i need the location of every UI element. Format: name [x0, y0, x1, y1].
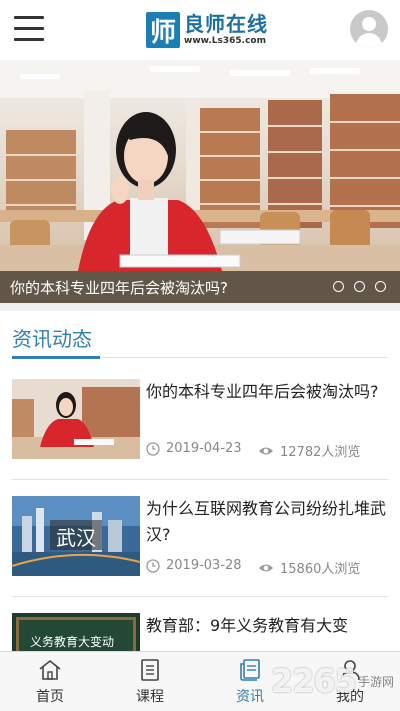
carousel-dot[interactable]: [375, 281, 386, 292]
tab-course[interactable]: 课程: [100, 652, 200, 711]
divider: [12, 596, 388, 597]
news-date: 2019-03-28: [166, 558, 242, 573]
news-item[interactable]: 武汉 为什么互联网教育公司纷纷扎堆武汉? 2019-03-28 15860人浏览: [0, 496, 400, 616]
news-date: 2019-04-23: [166, 441, 242, 456]
tab-news[interactable]: 资讯: [200, 652, 300, 711]
news-item[interactable]: 义务教育大变动 教育部：9年义务教育有大变: [0, 613, 400, 651]
eye-icon: [259, 564, 273, 571]
news-views: 12782人浏览: [280, 445, 361, 460]
clock-icon: [146, 558, 160, 573]
tab-profile[interactable]: 我的: [300, 652, 400, 711]
profile-icon: [340, 660, 360, 681]
app-header: 师 良师在线 www.Ls365.com: [0, 0, 400, 60]
news-thumbnail: 武汉: [12, 496, 140, 576]
eye-icon: [259, 447, 273, 454]
section-title-underline: [12, 356, 100, 359]
tab-label: 我的: [336, 689, 364, 705]
news-icon: [240, 659, 260, 681]
tab-home[interactable]: 首页: [0, 652, 100, 711]
tab-label: 课程: [136, 689, 164, 705]
news-title[interactable]: 教育部：9年义务教育有大变: [146, 613, 386, 639]
banner-caption-bar: 你的本科专业四年后会被淘汰吗?: [0, 271, 400, 303]
news-title[interactable]: 为什么互联网教育公司纷纷扎堆武汉?: [146, 496, 386, 548]
menu-icon[interactable]: [14, 16, 44, 42]
user-avatar-icon[interactable]: [350, 10, 388, 48]
logo-url: www.Ls365.com: [184, 36, 266, 46]
course-icon: [141, 659, 159, 681]
logo[interactable]: 师 良师在线 www.Ls365.com: [146, 10, 268, 50]
news-views: 15860人浏览: [280, 562, 361, 577]
tab-label: 资讯: [236, 689, 264, 705]
news-item[interactable]: 你的本科专业四年后会被淘汰吗? 2019-04-23 12782人浏览: [0, 379, 400, 499]
banner-carousel[interactable]: 你的本科专业四年后会被淘汰吗?: [0, 60, 400, 303]
thumbnail-caption: 武汉: [56, 526, 96, 550]
news-thumbnail: [12, 379, 140, 459]
home-icon: [39, 659, 61, 680]
carousel-dot[interactable]: [333, 281, 344, 292]
clock-icon: [146, 441, 160, 456]
carousel-dots: [323, 281, 386, 292]
section-title: 资讯动态: [12, 327, 92, 351]
divider: [12, 479, 388, 480]
thumbnail-caption: 义务教育大变动: [30, 635, 115, 649]
banner-image: [0, 60, 400, 303]
logo-name: 良师在线: [184, 12, 268, 36]
tab-label: 首页: [36, 689, 64, 705]
logo-mark: 师: [146, 12, 180, 48]
news-thumbnail: 义务教育大变动: [12, 613, 140, 651]
bottom-tab-bar: 首页 课程 资讯 我的: [0, 651, 400, 711]
news-title[interactable]: 你的本科专业四年后会被淘汰吗?: [146, 379, 386, 405]
news-section: 资讯动态 你的本科专业四年后会被淘汰吗? 2019-04-23 12782人浏览…: [0, 311, 400, 651]
banner-caption: 你的本科专业四年后会被淘汰吗?: [10, 279, 228, 297]
carousel-dot[interactable]: [354, 281, 365, 292]
